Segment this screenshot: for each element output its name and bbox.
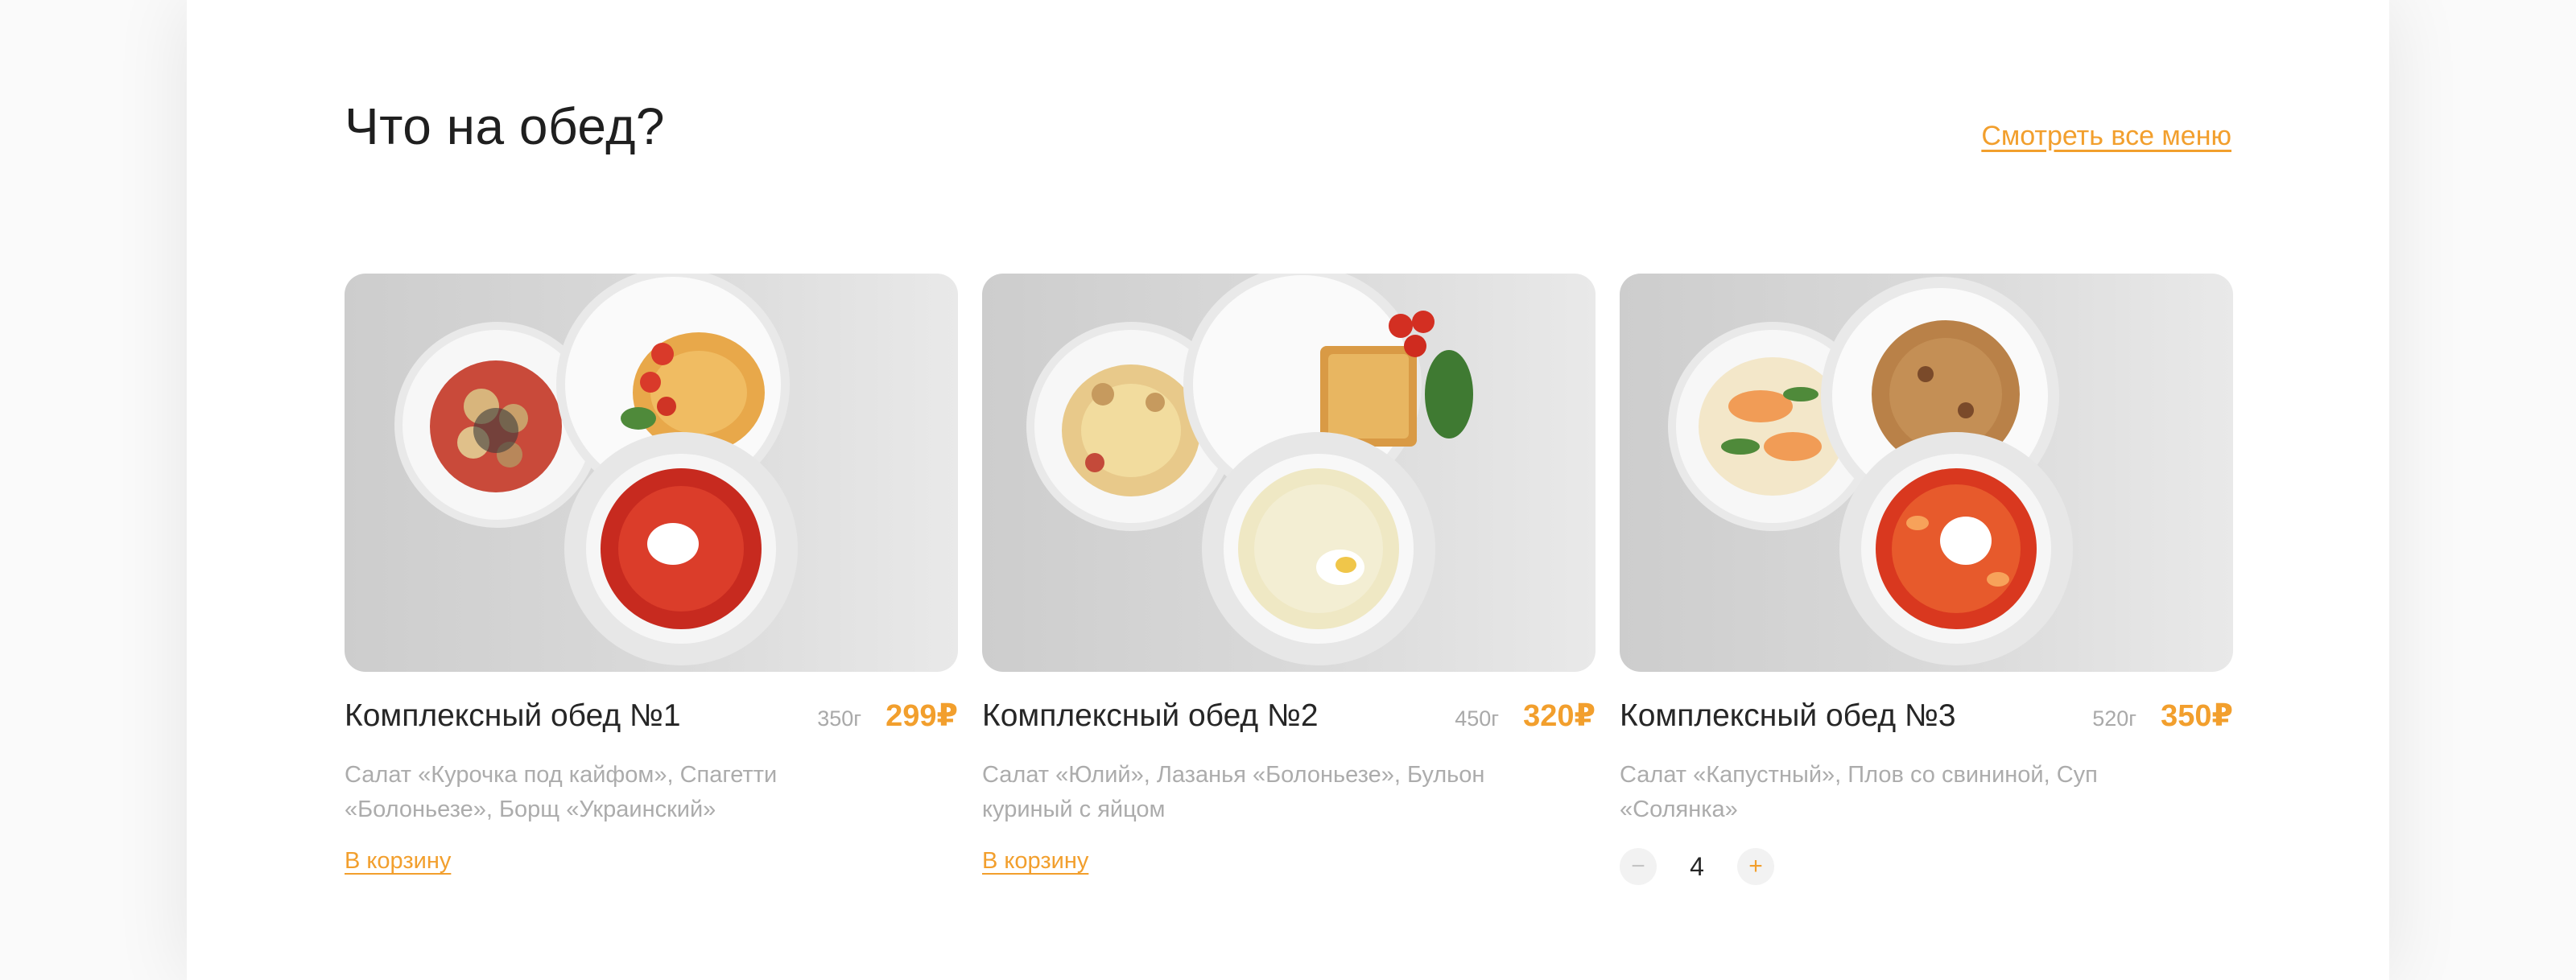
see-all-menu-link[interactable]: Смотреть все меню (1981, 121, 2231, 152)
card-price: 320₽ (1523, 699, 1596, 733)
lunch-3-plates-image (1668, 277, 2073, 665)
quantity-value: 4 (1690, 851, 1704, 881)
lunch-photo-2[interactable] (982, 274, 1596, 672)
card-description: Салат «Курочка под кайфом», Спагетти «Бо… (345, 762, 778, 822)
lunch-photo-1[interactable] (345, 274, 958, 672)
card-weight: 520г (2092, 706, 2137, 731)
add-to-cart-link[interactable]: В корзину (345, 848, 451, 875)
card-title: Комплексный обед №3 (1620, 698, 1956, 733)
card-weight: 450г (1455, 706, 1500, 731)
lunch-photo-3[interactable] (1620, 274, 2233, 672)
quantity-stepper: − 4 + (1620, 848, 2233, 885)
card-title: Комплексный обед №1 (345, 698, 681, 733)
lunch-2-plates-image (1026, 274, 1473, 665)
card-price: 350₽ (2161, 699, 2233, 733)
card-header: Комплексный обед №1 350г 299₽ (345, 698, 958, 734)
lunch-section-panel: Что на обед? Смотреть все меню Комплексн… (187, 0, 2389, 980)
lunch-card-1: Комплексный обед №1 350г 299₽ Салат «Кур… (345, 274, 958, 885)
card-title: Комплексный обед №2 (982, 698, 1319, 733)
card-header: Комплексный обед №3 520г 350₽ (1620, 698, 2233, 734)
page: Что на обед? Смотреть все меню Комплексн… (0, 0, 2576, 980)
add-to-cart-link[interactable]: В корзину (982, 848, 1088, 875)
lunch-1-plates-image (394, 274, 798, 665)
card-price: 299₽ (886, 699, 958, 733)
increase-quantity-button[interactable]: + (1737, 848, 1774, 885)
lunch-card-2: Комплексный обед №2 450г 320₽ Салат «Юли… (982, 274, 1596, 885)
decrease-quantity-button[interactable]: − (1620, 848, 1657, 885)
card-description: Салат «Юлий», Лазанья «Болоньезе», Бульо… (982, 762, 1485, 822)
lunch-card-3: Комплексный обед №3 520г 350₽ Салат «Кап… (1620, 274, 2233, 885)
card-weight: 350г (817, 706, 862, 731)
lunch-cards: Комплексный обед №1 350г 299₽ Салат «Кур… (345, 274, 2233, 885)
card-header: Комплексный обед №2 450г 320₽ (982, 698, 1596, 734)
card-description: Салат «Капустный», Плов со свининой, Суп… (1620, 762, 2098, 822)
section-title: Что на обед? (345, 97, 665, 155)
